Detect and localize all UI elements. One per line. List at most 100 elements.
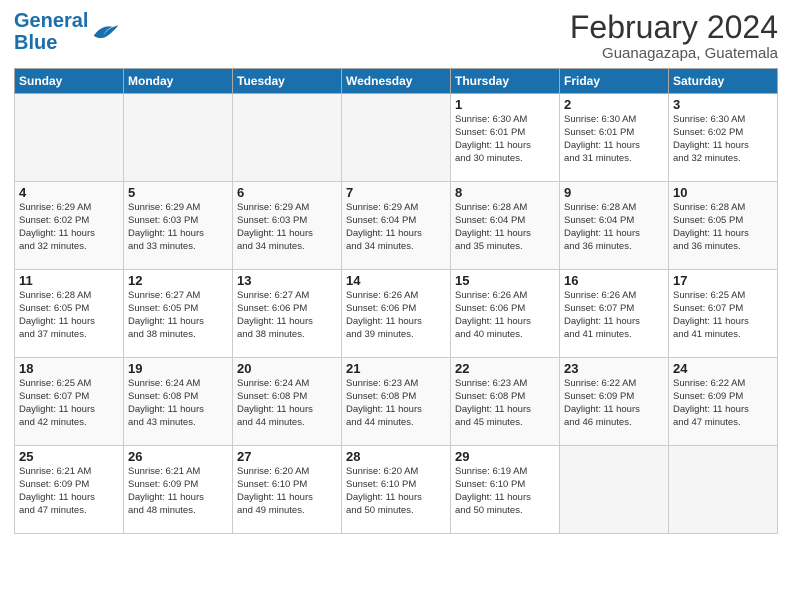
calendar-title: February 2024 (570, 10, 778, 45)
day-number: 26 (128, 449, 228, 464)
day-number: 12 (128, 273, 228, 288)
day-info: Sunrise: 6:27 AM Sunset: 6:06 PM Dayligh… (237, 290, 337, 341)
calendar-subtitle: Guanagazapa, Guatemala (570, 45, 778, 62)
day-number: 28 (346, 449, 446, 464)
day-number: 4 (19, 185, 119, 200)
day-number: 18 (19, 361, 119, 376)
header-row: Sunday Monday Tuesday Wednesday Thursday… (15, 69, 778, 94)
day-number: 27 (237, 449, 337, 464)
day-info: Sunrise: 6:25 AM Sunset: 6:07 PM Dayligh… (19, 378, 119, 429)
day-number: 13 (237, 273, 337, 288)
day-info: Sunrise: 6:26 AM Sunset: 6:06 PM Dayligh… (346, 290, 446, 341)
day-cell (560, 446, 669, 534)
day-info: Sunrise: 6:22 AM Sunset: 6:09 PM Dayligh… (673, 378, 773, 429)
day-cell: 5 Sunrise: 6:29 AM Sunset: 6:03 PM Daylig… (124, 182, 233, 270)
col-tuesday: Tuesday (233, 69, 342, 94)
day-info: Sunrise: 6:27 AM Sunset: 6:05 PM Dayligh… (128, 290, 228, 341)
day-info: Sunrise: 6:29 AM Sunset: 6:02 PM Dayligh… (19, 202, 119, 253)
week-row-4: 25Sunrise: 6:21 AM Sunset: 6:09 PM Dayli… (15, 446, 778, 534)
day-info: Sunrise: 6:28 AM Sunset: 6:05 PM Dayligh… (19, 290, 119, 341)
col-thursday: Thursday (451, 69, 560, 94)
day-info: Sunrise: 6:24 AM Sunset: 6:08 PM Dayligh… (237, 378, 337, 429)
day-number: 16 (564, 273, 664, 288)
day-info: Sunrise: 6:26 AM Sunset: 6:07 PM Dayligh… (564, 290, 664, 341)
day-cell: 15 Sunrise: 6:26 AM Sunset: 6:06 PM Dayli… (451, 270, 560, 358)
day-number: 10 (673, 185, 773, 200)
day-cell: 17 Sunrise: 6:25 AM Sunset: 6:07 PM Dayli… (669, 270, 778, 358)
day-info: Sunrise: 6:24 AM Sunset: 6:08 PM Dayligh… (128, 378, 228, 429)
day-number: 25 (19, 449, 119, 464)
day-number: 17 (673, 273, 773, 288)
day-info: Sunrise: 6:26 AM Sunset: 6:06 PM Dayligh… (455, 290, 555, 341)
day-cell: 16 Sunrise: 6:26 AM Sunset: 6:07 PM Dayli… (560, 270, 669, 358)
day-cell: 20 Sunrise: 6:24 AM Sunset: 6:08 PM Dayli… (233, 358, 342, 446)
day-cell: 18 Sunrise: 6:25 AM Sunset: 6:07 PM Dayli… (15, 358, 124, 446)
day-cell: 14 Sunrise: 6:26 AM Sunset: 6:06 PM Dayli… (342, 270, 451, 358)
day-number: 23 (564, 361, 664, 376)
day-info: Sunrise: 6:29 AM Sunset: 6:03 PM Dayligh… (128, 202, 228, 253)
day-info: Sunrise: 6:25 AM Sunset: 6:07 PM Dayligh… (673, 290, 773, 341)
day-cell: 4 Sunrise: 6:29 AM Sunset: 6:02 PM Daylig… (15, 182, 124, 270)
day-cell (342, 94, 451, 182)
day-number: 7 (346, 185, 446, 200)
day-cell: 12 Sunrise: 6:27 AM Sunset: 6:05 PM Dayli… (124, 270, 233, 358)
day-cell: 6 Sunrise: 6:29 AM Sunset: 6:03 PM Daylig… (233, 182, 342, 270)
logo-text: GeneralBlue (14, 10, 88, 54)
day-info: Sunrise: 6:22 AM Sunset: 6:09 PM Dayligh… (564, 378, 664, 429)
day-cell: 8 Sunrise: 6:28 AM Sunset: 6:04 PM Daylig… (451, 182, 560, 270)
day-cell: 7 Sunrise: 6:29 AM Sunset: 6:04 PM Daylig… (342, 182, 451, 270)
day-cell: 26Sunrise: 6:21 AM Sunset: 6:09 PM Dayli… (124, 446, 233, 534)
day-cell: 19Sunrise: 6:24 AM Sunset: 6:08 PM Dayli… (124, 358, 233, 446)
col-friday: Friday (560, 69, 669, 94)
day-info: Sunrise: 6:30 AM Sunset: 6:02 PM Dayligh… (673, 114, 773, 165)
day-number: 2 (564, 97, 664, 112)
day-cell (15, 94, 124, 182)
logo-bird-icon (90, 20, 120, 44)
week-row-1: 4 Sunrise: 6:29 AM Sunset: 6:02 PM Daylig… (15, 182, 778, 270)
day-info: Sunrise: 6:29 AM Sunset: 6:03 PM Dayligh… (237, 202, 337, 253)
day-number: 3 (673, 97, 773, 112)
day-number: 29 (455, 449, 555, 464)
day-cell: 22 Sunrise: 6:23 AM Sunset: 6:08 PM Dayli… (451, 358, 560, 446)
logo: GeneralBlue (14, 10, 120, 54)
day-info: Sunrise: 6:28 AM Sunset: 6:05 PM Dayligh… (673, 202, 773, 253)
day-number: 14 (346, 273, 446, 288)
day-cell: 23 Sunrise: 6:22 AM Sunset: 6:09 PM Dayli… (560, 358, 669, 446)
day-cell: 21 Sunrise: 6:23 AM Sunset: 6:08 PM Dayli… (342, 358, 451, 446)
day-cell: 10 Sunrise: 6:28 AM Sunset: 6:05 PM Dayli… (669, 182, 778, 270)
day-cell: 28Sunrise: 6:20 AM Sunset: 6:10 PM Dayli… (342, 446, 451, 534)
day-number: 20 (237, 361, 337, 376)
day-number: 11 (19, 273, 119, 288)
day-cell: 27 Sunrise: 6:20 AM Sunset: 6:10 PM Dayli… (233, 446, 342, 534)
day-number: 21 (346, 361, 446, 376)
day-number: 6 (237, 185, 337, 200)
day-info: Sunrise: 6:23 AM Sunset: 6:08 PM Dayligh… (346, 378, 446, 429)
day-cell (233, 94, 342, 182)
day-info: Sunrise: 6:28 AM Sunset: 6:04 PM Dayligh… (564, 202, 664, 253)
col-saturday: Saturday (669, 69, 778, 94)
day-number: 24 (673, 361, 773, 376)
day-cell: 24 Sunrise: 6:22 AM Sunset: 6:09 PM Dayli… (669, 358, 778, 446)
day-cell: 25Sunrise: 6:21 AM Sunset: 6:09 PM Dayli… (15, 446, 124, 534)
day-info: Sunrise: 6:29 AM Sunset: 6:04 PM Dayligh… (346, 202, 446, 253)
day-number: 5 (128, 185, 228, 200)
page: GeneralBlue February 2024 Guanagazapa, G… (0, 0, 792, 612)
day-cell: 1Sunrise: 6:30 AM Sunset: 6:01 PM Daylig… (451, 94, 560, 182)
day-cell: 11 Sunrise: 6:28 AM Sunset: 6:05 PM Dayli… (15, 270, 124, 358)
week-row-2: 11 Sunrise: 6:28 AM Sunset: 6:05 PM Dayli… (15, 270, 778, 358)
day-number: 15 (455, 273, 555, 288)
day-cell: 29Sunrise: 6:19 AM Sunset: 6:10 PM Dayli… (451, 446, 560, 534)
day-cell (124, 94, 233, 182)
day-number: 22 (455, 361, 555, 376)
day-number: 9 (564, 185, 664, 200)
day-cell: 2Sunrise: 6:30 AM Sunset: 6:01 PM Daylig… (560, 94, 669, 182)
day-number: 8 (455, 185, 555, 200)
calendar-table: Sunday Monday Tuesday Wednesday Thursday… (14, 68, 778, 534)
day-info: Sunrise: 6:28 AM Sunset: 6:04 PM Dayligh… (455, 202, 555, 253)
day-cell: 3 Sunrise: 6:30 AM Sunset: 6:02 PM Daylig… (669, 94, 778, 182)
day-info: Sunrise: 6:23 AM Sunset: 6:08 PM Dayligh… (455, 378, 555, 429)
col-sunday: Sunday (15, 69, 124, 94)
day-info: Sunrise: 6:20 AM Sunset: 6:10 PM Dayligh… (237, 466, 337, 517)
day-cell (669, 446, 778, 534)
day-info: Sunrise: 6:30 AM Sunset: 6:01 PM Dayligh… (455, 114, 555, 165)
